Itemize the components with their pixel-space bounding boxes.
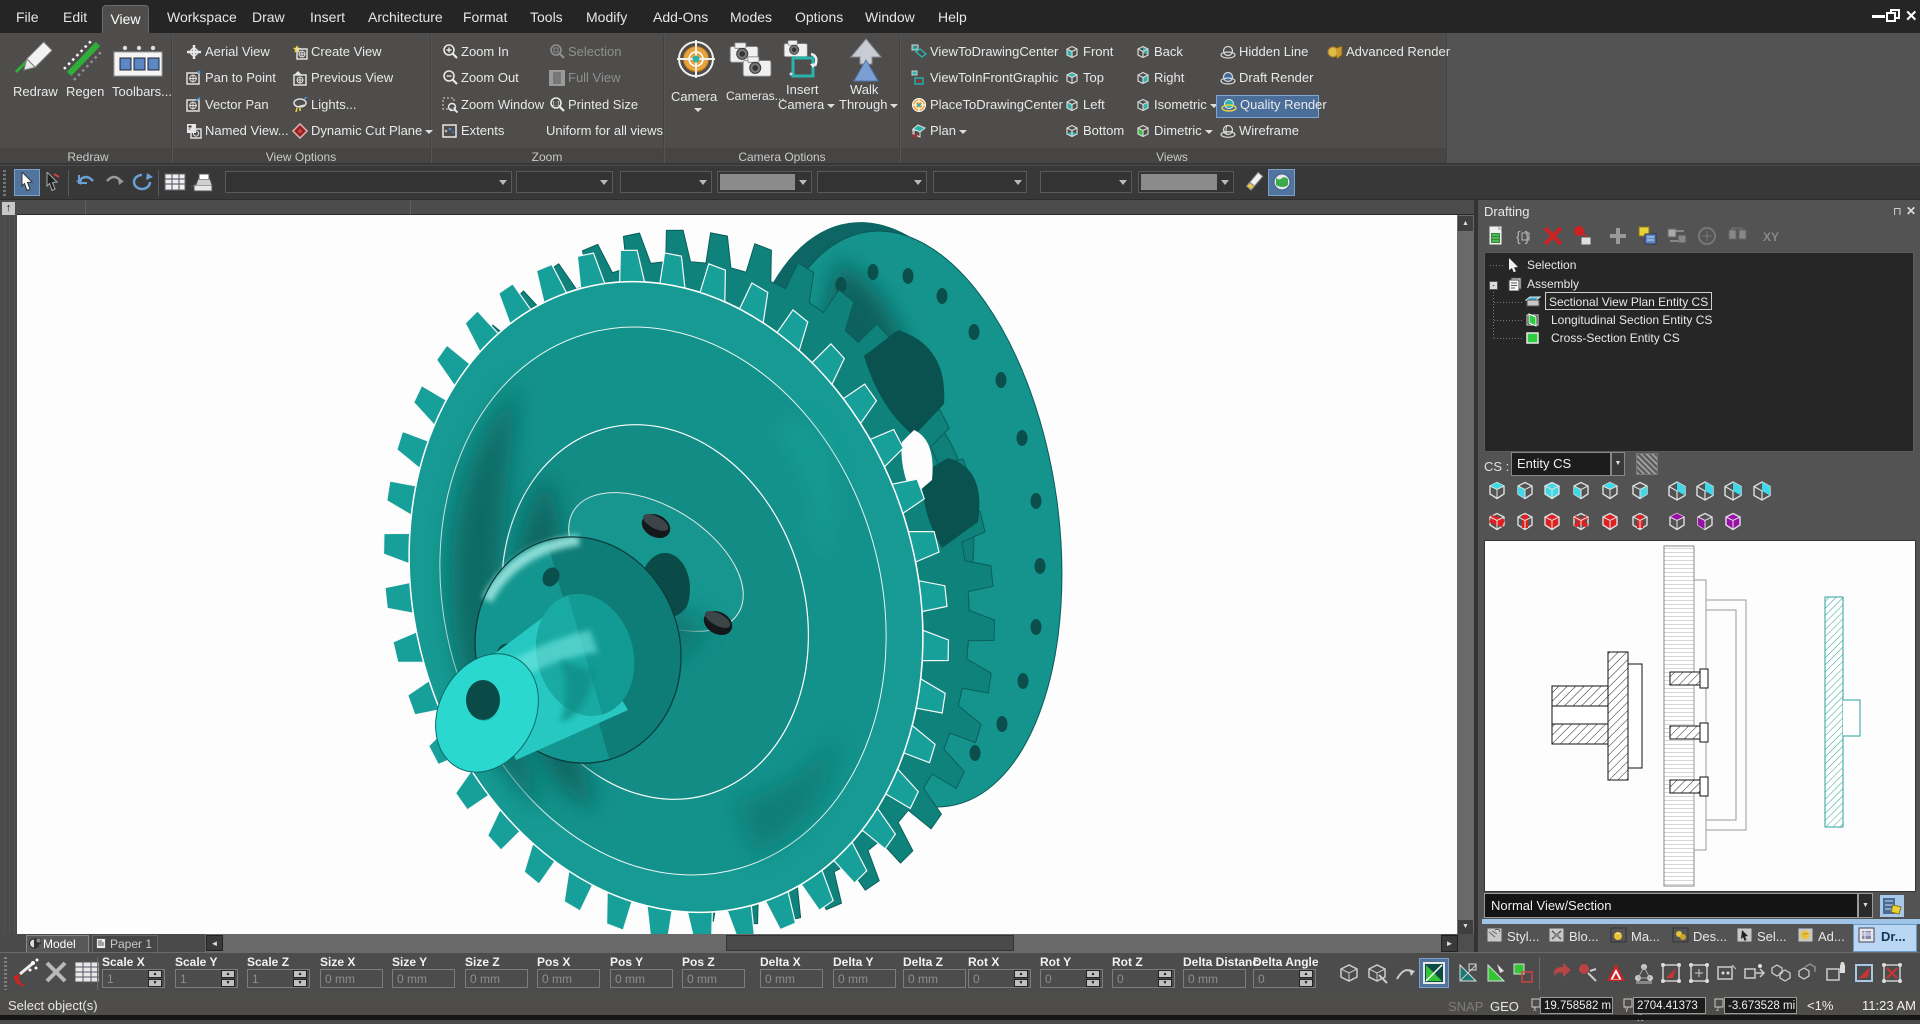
svg-text:T: T (912, 130, 917, 137)
svg-text:XY: XY (1763, 230, 1779, 244)
svg-text:1:1: 1:1 (552, 102, 561, 108)
svg-text:{ }: { } (1516, 228, 1530, 244)
svg-text:z: z (1716, 1006, 1720, 1012)
svg-text:y: y (1625, 1006, 1629, 1012)
svg-text:x: x (1533, 1006, 1537, 1012)
